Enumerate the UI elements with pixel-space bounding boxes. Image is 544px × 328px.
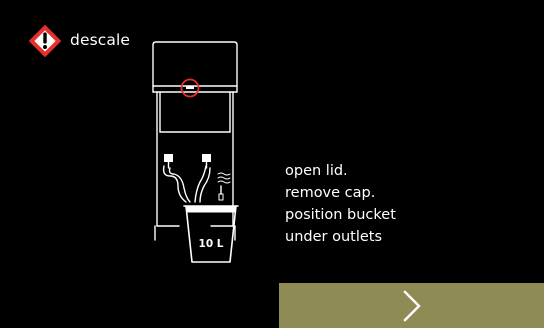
bucket-body: [185, 205, 237, 263]
page-title: descale: [70, 31, 131, 50]
machine-illustration: 10 L: [140, 40, 244, 272]
instruction-line: position bucket: [285, 207, 396, 223]
instruction-line: remove cap.: [285, 185, 376, 201]
next-button[interactable]: [279, 283, 544, 328]
header: descale: [28, 24, 130, 58]
instruction-line: open lid.: [285, 163, 348, 179]
outlet-left: [164, 154, 173, 162]
instruction-line: under outlets: [285, 229, 383, 245]
warning-exclamation-diamond-icon: [28, 24, 62, 58]
instructions: open lid. remove cap. position bucket un…: [285, 160, 396, 248]
chevron-right-icon: [402, 289, 421, 322]
bucket-label: 10 L: [198, 238, 224, 250]
outlet-right: [202, 154, 211, 162]
machine-lid: [152, 41, 238, 87]
